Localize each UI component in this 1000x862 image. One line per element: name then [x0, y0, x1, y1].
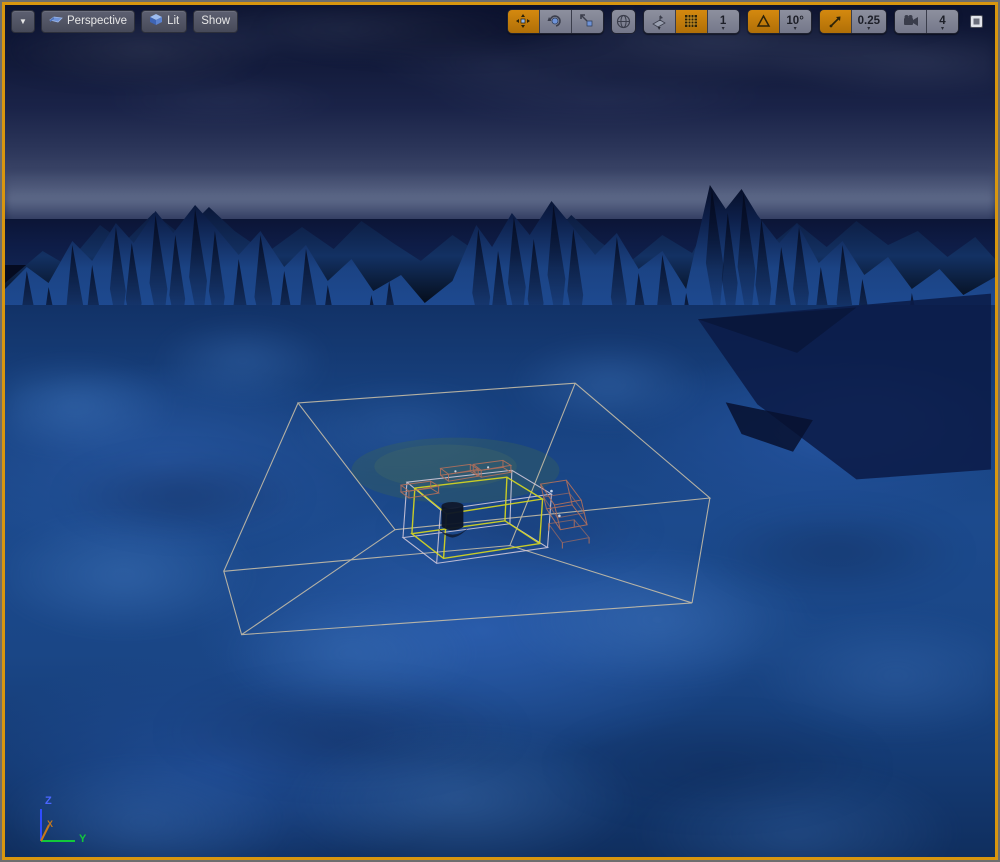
chevron-down-icon: ▼ — [19, 16, 27, 26]
show-label: Show — [201, 15, 231, 27]
water-plane — [5, 5, 995, 857]
angle-icon — [756, 13, 770, 27]
surface-snap-button[interactable]: ▾ — [643, 9, 676, 33]
viewport-options-menu-button[interactable]: ▼ — [11, 9, 35, 33]
coordinate-system-button[interactable] — [610, 8, 636, 34]
rotate-tool-button[interactable] — [539, 9, 572, 33]
grid-snap-toggle-button[interactable] — [675, 9, 708, 33]
rotation-snap-toggle-button[interactable] — [747, 9, 780, 33]
rotation-snap-caret: ▾ — [793, 25, 797, 32]
show-flags-button[interactable]: Show — [193, 9, 239, 33]
translate-tool-button[interactable] — [507, 9, 540, 33]
viewport-toolbar: ▼ Perspective Lit Show ▾ 1 ▾ 10° ▾ 0.25 … — [5, 5, 995, 37]
camera-icon — [903, 15, 918, 26]
maximize-viewport-button[interactable] — [966, 10, 987, 33]
globe-icon — [616, 14, 630, 28]
view-mode-label: Perspective — [67, 15, 128, 27]
grid-icon — [685, 15, 698, 27]
lighting-mode-button[interactable]: Lit — [141, 9, 188, 33]
scale-tool-button[interactable] — [571, 9, 603, 33]
rotation-snap-value-dropdown[interactable]: 10° ▾ — [779, 9, 811, 33]
view-mode-button[interactable]: Perspective — [41, 9, 136, 33]
viewport-3d-scene[interactable]: Z Y X — [5, 5, 995, 857]
camera-speed-value-dropdown[interactable]: 4 ▾ — [927, 9, 958, 33]
move-arrows-icon — [516, 14, 531, 28]
camera-speed-group: 4 ▾ — [894, 8, 959, 34]
scale-snap-group: 0.25 ▾ — [818, 8, 887, 34]
scale-snap-caret: ▾ — [867, 25, 871, 32]
diagonal-arrow-icon — [829, 16, 841, 27]
grid-snap-caret: ▾ — [721, 25, 725, 32]
rotation-snap-group: 10° ▾ — [746, 8, 812, 34]
gizmo-axis-z-label: Z — [45, 795, 52, 807]
maximize-icon — [970, 14, 983, 28]
surface-snap-caret: ▾ — [657, 25, 661, 32]
scale-snap-toggle-button[interactable] — [819, 9, 852, 33]
perspective-camera-icon — [49, 14, 63, 29]
scale-snap-value-dropdown[interactable]: 0.25 ▾ — [851, 9, 886, 33]
grid-snap-value-dropdown[interactable]: 1 ▾ — [707, 9, 739, 33]
camera-speed-caret: ▾ — [940, 25, 945, 32]
gizmo-axis-x-label: X — [47, 819, 54, 829]
lit-cube-icon — [149, 13, 163, 29]
camera-speed-button[interactable] — [895, 9, 927, 33]
transform-tools-group — [506, 8, 604, 34]
scale-icon — [580, 14, 593, 27]
axis-orientation-gizmo: Z Y X — [27, 795, 91, 847]
lighting-mode-label: Lit — [167, 15, 180, 27]
level-viewport[interactable]: Z Y X ▼ Perspective Lit Show ▾ 1 ▾ 10° ▾… — [2, 2, 998, 860]
snap-settings-group: ▾ 1 ▾ — [642, 8, 740, 34]
rotate-icon — [547, 15, 561, 27]
gizmo-axis-y-label: Y — [79, 833, 87, 845]
editor-window: Z Y X ▼ Perspective Lit Show ▾ 1 ▾ 10° ▾… — [0, 0, 1000, 862]
